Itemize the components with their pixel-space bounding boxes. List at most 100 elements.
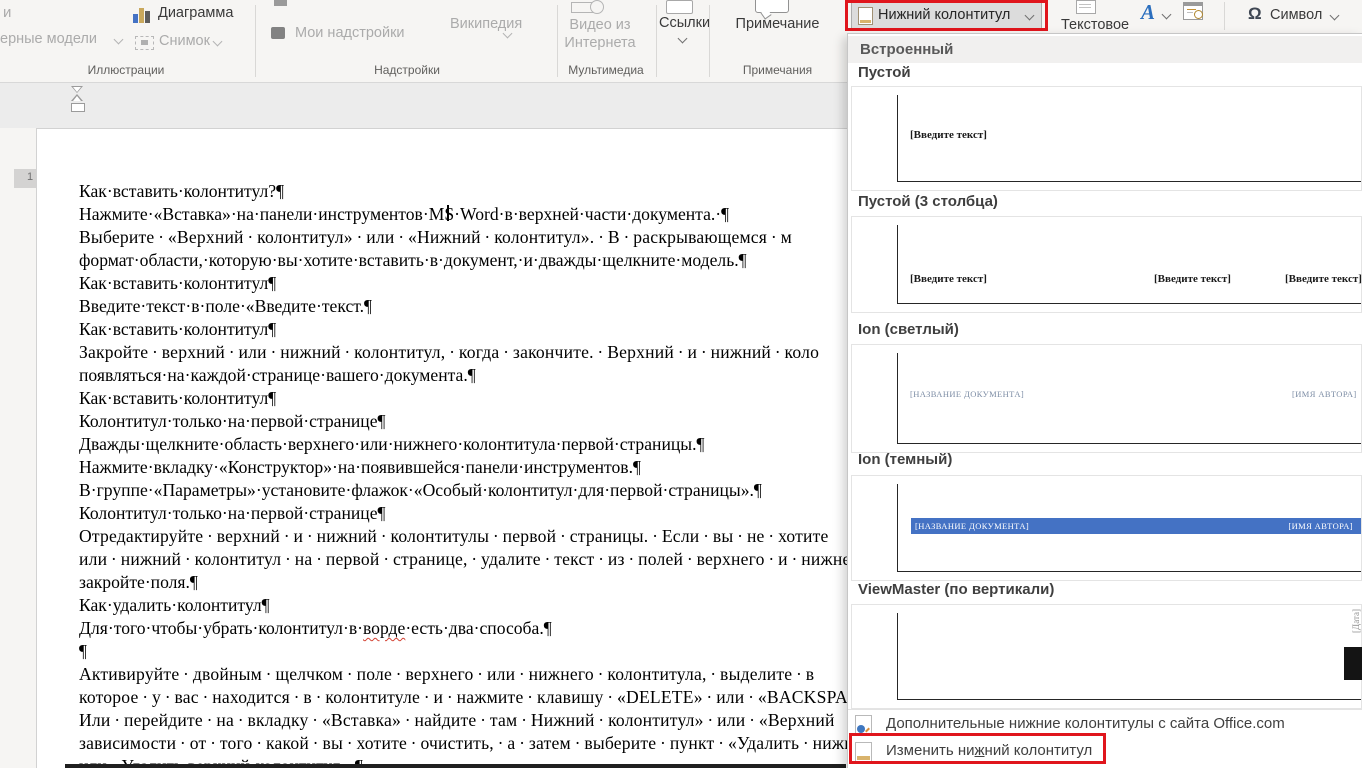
- misspelled-word: ворде: [363, 618, 405, 638]
- menu-item-edit-footer[interactable]: Изменить нижний колонтитул: [848, 738, 1362, 764]
- doc-line: Активируйте · двойным · щелчком · поле ·…: [79, 663, 846, 686]
- textbox-icon: [1076, 0, 1096, 14]
- insert-chart-button[interactable]: Диаграмма: [158, 5, 233, 21]
- doc-line: ¶: [79, 640, 846, 663]
- menu-item-label: Дополнительные нижние колонтитулы с сайт…: [886, 711, 1285, 737]
- placeholder-text: [Введите текст]: [910, 273, 987, 285]
- group-label-addins: Надстройки: [258, 63, 556, 77]
- comment-bubble-icon: [755, 0, 789, 13]
- my-addins-icon: [271, 27, 285, 39]
- clock-icon: [1194, 10, 1203, 19]
- gallery-item-label: Ion (светлый): [858, 321, 959, 338]
- author-placeholder: [ИМЯ АВТОРА]: [1288, 521, 1353, 531]
- placeholder-text: [Введите текст]: [1154, 273, 1231, 285]
- doc-line: которое · у · вас · находится · в · коло…: [79, 686, 846, 709]
- viewmaster-black-box: [1344, 647, 1362, 680]
- wikipedia-button[interactable]: Википедия: [450, 16, 522, 32]
- doc-line: Для·того·чтобы·убрать·колонтитул·в·ворде…: [79, 617, 846, 640]
- footer-button[interactable]: Нижний колонтитул: [851, 2, 1042, 29]
- doc-line: Как·удалить·колонтитул¶: [79, 594, 846, 617]
- hanging-indent-marker[interactable]: [71, 94, 83, 101]
- group-label-media: Мультимедиа: [558, 63, 654, 77]
- footer-template-blank3[interactable]: Пустой (3 столбца)[Введите текст][Введит…: [848, 193, 1362, 311]
- ion-dark-bar: [НАЗВАНИЕ ДОКУМЕНТА] [ИМЯ АВТОРА]: [911, 518, 1361, 534]
- footer-page-icon: [858, 7, 873, 25]
- doc-line: закройте·поля.¶: [79, 571, 846, 594]
- gallery-item-preview: [Дата]: [851, 604, 1362, 709]
- gallery-item-label: ViewMaster (по вертикали): [858, 581, 1054, 598]
- doc-line: или · нижний · колонтитул · на · первой …: [79, 548, 846, 571]
- wordart-button[interactable]: A: [1141, 0, 1155, 25]
- date-time-icon[interactable]: [1183, 2, 1203, 20]
- chevron-down-icon: [678, 34, 688, 44]
- gallery-item-preview: [Введите текст] [Введите текст] [Введите т…: [851, 216, 1362, 313]
- screenshot-button[interactable]: Снимок: [159, 33, 210, 49]
- menu-item-label: Изменить нижний колонтитул: [886, 738, 1092, 764]
- chevron-down-icon: [1162, 10, 1172, 20]
- textbox-button[interactable]: Текстовое: [1061, 17, 1129, 33]
- menu-item-more-footers[interactable]: Дополнительные нижние колонтитулы с сайт…: [848, 711, 1362, 737]
- footer-gallery: Пустой [Введите текст] Пустой (3 столбца) […: [848, 34, 1362, 709]
- doc-line: Нажмите·вкладку·«Конструктор»·на·появивш…: [79, 456, 846, 479]
- doc-line: Выберите · «Верхний · колонтитул» · или …: [79, 226, 846, 249]
- chart-icon: [133, 6, 153, 23]
- doc-title-placeholder: [НАЗВАНИЕ ДОКУМЕНТА]: [910, 389, 1024, 399]
- doc-line: Как·вставить·колонтитул¶: [79, 318, 846, 341]
- group-label-illustrations: Иллюстрации: [0, 63, 252, 77]
- links-button[interactable]: Ссылки: [659, 15, 710, 31]
- doc-line: Как·вставить·колонтитул?¶: [79, 180, 846, 203]
- footer-template-ion-dark[interactable]: Ion (темный) [НАЗВАНИЕ ДОКУМЕНТА] [ИМЯ АВТ…: [848, 451, 1362, 579]
- gallery-item-preview: [Введите текст]: [851, 86, 1362, 191]
- doc-title-placeholder: [НАЗВАНИЕ ДОКУМЕНТА]: [915, 521, 1029, 531]
- cut-label-left: и: [3, 4, 11, 21]
- screenshot-icon: [135, 36, 154, 50]
- placeholder-text: [Введите текст]: [910, 129, 987, 141]
- word-window: и Диаграмма ерные модели Снимок Иллюстра…: [0, 0, 1362, 768]
- redaction-bar: [65, 764, 846, 768]
- footer-template-viewmaster[interactable]: ViewMaster (по вертикали) [Дата]: [848, 581, 1362, 707]
- chevron-down-icon: [1330, 11, 1340, 21]
- cut-icon-fragment: [274, 0, 287, 6]
- first-line-indent-marker[interactable]: [71, 86, 83, 93]
- group-label-comments: Примечания: [712, 63, 843, 77]
- links-icon: [666, 0, 693, 14]
- doc-line: зависимости · от · того · какой · вы · х…: [79, 732, 846, 755]
- placeholder-text: [Введите текст]: [1285, 273, 1362, 285]
- doc-line: Колонтитул·только·на·первой·странице¶: [79, 502, 846, 525]
- gallery-item-label: Пустой (3 столбца): [858, 193, 998, 210]
- chevron-down-icon: [213, 37, 223, 47]
- 3d-models-button[interactable]: ерные модели: [0, 31, 97, 47]
- doc-line: формат·области,·которую·вы·хотите·встави…: [79, 249, 846, 272]
- doc-line: Отредактируйте · верхний · и · нижний · …: [79, 525, 846, 548]
- doc-line: Нажмите·«Вставка»·на·панели·инструментов…: [79, 203, 846, 226]
- left-indent-marker[interactable]: [71, 103, 85, 112]
- author-placeholder: [ИМЯ АВТОРА]: [1292, 389, 1357, 399]
- chevron-down-icon: [114, 35, 124, 45]
- footer-template-blank1[interactable]: Пустой [Введите текст]: [848, 64, 1362, 189]
- comment-button[interactable]: Примечание: [712, 16, 843, 32]
- doc-line: В·группе·«Параметры»·установите·флажок·«…: [79, 479, 846, 502]
- gallery-item-label: Пустой: [858, 64, 911, 81]
- gallery-item-label: Ion (темный): [858, 451, 952, 468]
- edit-footer-icon: [855, 742, 872, 762]
- date-placeholder: [Дата]: [1351, 609, 1361, 633]
- doc-line: Как·вставить·колонтитул¶: [79, 387, 846, 410]
- document-page[interactable]: Как·вставить·колонтитул?¶Нажмите·«Вставк…: [36, 128, 847, 768]
- omega-icon: Ω: [1248, 4, 1262, 24]
- footer-button-label: Нижний колонтитул: [878, 7, 1010, 23]
- my-addins-button[interactable]: Мои надстройки: [295, 25, 405, 41]
- doc-line: появляться·на·каждой·странице·вашего·док…: [79, 364, 846, 387]
- doc-lines: Как·вставить·колонтитул?¶Нажмите·«Вставк…: [79, 180, 846, 768]
- globe-icon: [590, 0, 604, 14]
- office-com-doc-icon: [855, 715, 872, 735]
- doc-line: Как·вставить·колонтитул¶: [79, 272, 846, 295]
- footer-template-ion-light[interactable]: Ion (светлый) [НАЗВАНИЕ ДОКУМЕНТА] [ИМЯ АВ…: [848, 321, 1362, 451]
- gallery-item-preview: [НАЗВАНИЕ ДОКУМЕНТА] [ИМЯ АВТОРА]: [851, 475, 1362, 581]
- doc-line: Введите·текст·в·поле·«Введите·текст.¶: [79, 295, 846, 318]
- doc-line: Дважды·щелкните·область·верхнего·или·ниж…: [79, 433, 846, 456]
- chevron-down-icon: [1025, 11, 1035, 21]
- symbol-button[interactable]: Символ: [1270, 7, 1322, 23]
- footer-menu: Дополнительные нижние колонтитулы с сайт…: [848, 709, 1362, 768]
- doc-line: Закройте · верхний · или · нижний · коло…: [79, 341, 846, 364]
- online-video-button[interactable]: Видео из Интернета: [556, 16, 644, 52]
